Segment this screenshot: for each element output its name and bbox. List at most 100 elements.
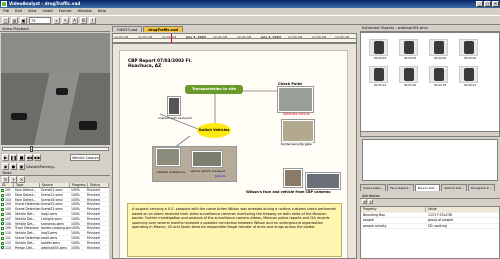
menu-window[interactable]: Window — [78, 8, 92, 15]
switch-vehicles-node[interactable]: Switch Vehicles — [197, 123, 231, 138]
attribute-row[interactable]: people activity ED: walking — [361, 224, 499, 229]
seek-bar[interactable] — [2, 147, 109, 151]
wilson-vehicle-photo[interactable] — [306, 173, 340, 189]
car-shape — [56, 88, 68, 95]
record-icon[interactable]: ● — [10, 163, 17, 170]
task-check-icon — [1, 227, 4, 231]
add-task-icon[interactable]: ＋ — [10, 176, 17, 183]
timeline-label: 12:00 AM — [162, 35, 177, 39]
task-status: Finished — [87, 188, 100, 192]
snapshot-icon[interactable]: ▣ — [18, 163, 25, 170]
open-icon[interactable]: ▤ — [11, 16, 18, 24]
task-id: 113 — [5, 245, 11, 250]
task-status: Finished — [87, 207, 100, 211]
maximize-icon[interactable]: □ — [484, 1, 491, 7]
menu-file[interactable]: File — [3, 8, 9, 15]
task-type: Vehicle Det... — [15, 216, 36, 221]
tab-person-detection[interactable]: Person Det... — [414, 184, 440, 191]
col-property[interactable]: Property — [361, 207, 426, 212]
forward-icon[interactable]: ▶▶ — [34, 154, 41, 161]
text-icon[interactable]: A — [71, 16, 78, 24]
col-source[interactable]: Source — [40, 183, 70, 187]
rewind-icon[interactable]: ◀◀ — [26, 154, 33, 161]
menu-view[interactable]: View — [28, 8, 37, 15]
thumbnail[interactable]: 00:00:06 — [429, 39, 459, 60]
sky-area — [1, 33, 110, 73]
border-gate-photo[interactable] — [282, 120, 314, 142]
thumbnail[interactable]: 00:00:09 — [459, 39, 489, 60]
rendezvous-photo[interactable] — [156, 148, 180, 166]
col-type[interactable]: Type — [14, 183, 40, 187]
menu-format[interactable]: Format — [59, 8, 72, 15]
checkpoint-photo[interactable] — [278, 87, 313, 112]
timeline[interactable]: 12:00 AM 12:00 AM 12:00 AM July 3, 2003 … — [112, 33, 357, 44]
task-check-icon — [1, 241, 4, 245]
stop-icon[interactable]: ■ — [18, 154, 25, 161]
col-progress[interactable]: Progress — [70, 183, 88, 187]
menu-edit[interactable]: Edit — [15, 8, 22, 15]
tab-drugtraffic[interactable]: drugTraffic.vad — [143, 26, 184, 32]
thumbnail[interactable]: 00:00:18 — [429, 66, 459, 87]
thumb-scrollbar[interactable] — [361, 131, 499, 136]
col-id[interactable]: ID — [0, 183, 14, 187]
thumbnail[interactable]: 00:00:16 — [399, 66, 429, 87]
jump-to-link[interactable]: Jump to — [215, 174, 226, 178]
car-shape — [11, 113, 27, 120]
task-status: Finished — [87, 226, 100, 231]
tab-face-detection[interactable]: Face Detect... — [387, 184, 414, 191]
menu-insert[interactable]: Insert — [43, 8, 53, 15]
toolbar: ▢ ▤ ▣ 75 ⌕ ↖ A B I — [0, 15, 500, 25]
person-thumb — [429, 39, 448, 56]
minimize-icon[interactable]: _ — [476, 1, 483, 7]
task-type: Track Detection — [15, 226, 40, 231]
task-source: Scene01.wmv — [41, 188, 63, 192]
remove-task-icon[interactable]: ✕ — [18, 176, 25, 183]
col-value[interactable]: Value — [426, 207, 496, 212]
task-check-icon — [1, 207, 4, 211]
task-check-icon — [1, 193, 4, 197]
thumbnail[interactable]: 00:00:14 — [369, 66, 399, 87]
tab-scene-detection[interactable]: Scene Dete... — [360, 184, 387, 191]
menu-help[interactable]: Help — [98, 8, 106, 15]
transport-vehicle-photo[interactable] — [192, 151, 222, 167]
task-progress: 100% — [71, 221, 80, 226]
camera-icon[interactable]: ◉ — [2, 163, 9, 170]
pointer-icon[interactable]: ↖ — [62, 16, 69, 24]
narrative-box: A suspect carrying a U.S. passport with … — [127, 203, 342, 257]
person-silhouette — [373, 68, 384, 81]
play-icon[interactable]: ▶ — [2, 154, 9, 161]
source-select[interactable]: Vehicle Colours — [70, 154, 100, 161]
thumbnail[interactable]: 00:00:04 — [399, 39, 429, 60]
filter-icon[interactable]: ▿ — [368, 199, 373, 204]
wilson-face-photo[interactable] — [284, 169, 302, 187]
suspect-caption: suspect with backpack — [158, 116, 193, 120]
thumbnail[interactable]: 00:00:22 — [459, 66, 489, 87]
save-icon[interactable]: ▣ — [20, 16, 27, 24]
window-title: VideoAnalyst - drugTraffic.vad — [9, 1, 81, 6]
refresh-icon[interactable]: ↻ — [2, 176, 9, 183]
pause-icon[interactable]: ❚❚ — [10, 154, 17, 161]
sort-icon[interactable]: ≡ — [362, 199, 367, 204]
bold-icon[interactable]: B — [80, 16, 87, 24]
zoom-combo[interactable]: 75 — [29, 16, 51, 24]
video-status-text: UAVpathPlanning... — [26, 164, 57, 169]
thumbnail-grid: 00:00:03 00:00:04 00:00:06 00:00:09 00:00:14… — [360, 32, 500, 137]
italic-icon[interactable]: I — [89, 16, 96, 24]
task-type: Scene Detection — [15, 235, 41, 240]
tab-faceglobe[interactable]: Faceglobe E... — [467, 184, 495, 191]
task-id: 112 — [5, 240, 11, 245]
task-source: walking003.wmv — [41, 245, 68, 250]
task-source: Scene12.wmv — [41, 192, 63, 197]
thumbnail[interactable]: 00:00:03 — [369, 39, 399, 60]
zoom-icon[interactable]: ⌕ — [53, 16, 60, 24]
task-row[interactable]: 113 Person Det... walking003.wmv 100% Finish… — [0, 246, 109, 251]
transport-node[interactable]: Transportation to site — [185, 85, 243, 94]
tab-vehicle-detection[interactable]: Vehicle Det... — [440, 184, 467, 191]
suspect-photo[interactable] — [168, 97, 180, 115]
col-status[interactable]: Status — [88, 183, 109, 187]
new-icon[interactable]: ▢ — [2, 16, 9, 24]
tab-gik053[interactable]: GIK053.vad — [112, 26, 143, 32]
seek-thumb[interactable] — [30, 146, 33, 152]
close-icon[interactable]: × — [492, 1, 499, 7]
rendezvous-caption: roadside rendezvous — [156, 170, 186, 174]
